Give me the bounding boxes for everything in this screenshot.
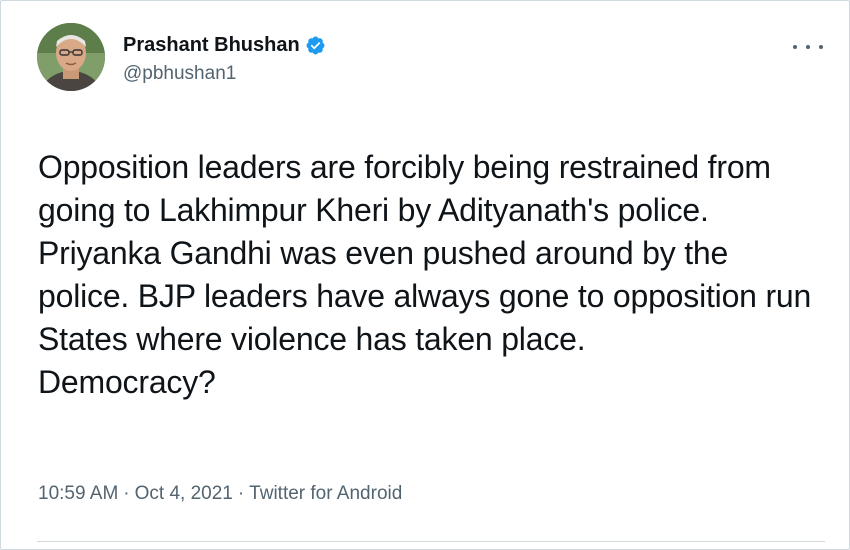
display-name[interactable]: Prashant Bhushan xyxy=(123,34,300,57)
tweet-text-line: States where violence has taken place. xyxy=(38,321,586,357)
tweet-text-line: Priyanka Gandhi was even pushed around b… xyxy=(38,235,729,271)
tweet-date[interactable]: Oct 4, 2021 xyxy=(135,483,233,504)
more-horizontal-icon[interactable] xyxy=(793,37,823,57)
user-block: Prashant Bhushan @pbhushan1 xyxy=(123,33,326,85)
handle[interactable]: @pbhushan1 xyxy=(123,63,326,85)
tweet-meta: 10:59 AM · Oct 4, 2021 · Twitter for Android xyxy=(38,483,402,505)
avatar-image xyxy=(37,23,105,91)
verified-badge-icon xyxy=(305,35,326,56)
tweet-text-line: Democracy? xyxy=(38,364,216,400)
divider xyxy=(37,541,825,542)
tweet-text-line: going to Lakhimpur Kheri by Adityanath's… xyxy=(38,192,709,228)
tweet-time[interactable]: 10:59 AM xyxy=(38,483,118,504)
tweet-text-line: Opposition leaders are forcibly being re… xyxy=(38,149,771,185)
tweet-header: Prashant Bhushan @pbhushan1 xyxy=(37,23,827,115)
tweet-source[interactable]: Twitter for Android xyxy=(249,483,402,504)
tweet-text: Opposition leaders are forcibly being re… xyxy=(38,146,828,404)
meta-separator: · xyxy=(123,483,130,504)
display-name-row: Prashant Bhushan xyxy=(123,33,326,57)
tweet-card: Prashant Bhushan @pbhushan1 Opposition l… xyxy=(0,0,850,550)
avatar[interactable] xyxy=(37,23,105,91)
tweet-text-line: police. BJP leaders have always gone to … xyxy=(38,278,812,314)
meta-separator: · xyxy=(237,483,245,504)
